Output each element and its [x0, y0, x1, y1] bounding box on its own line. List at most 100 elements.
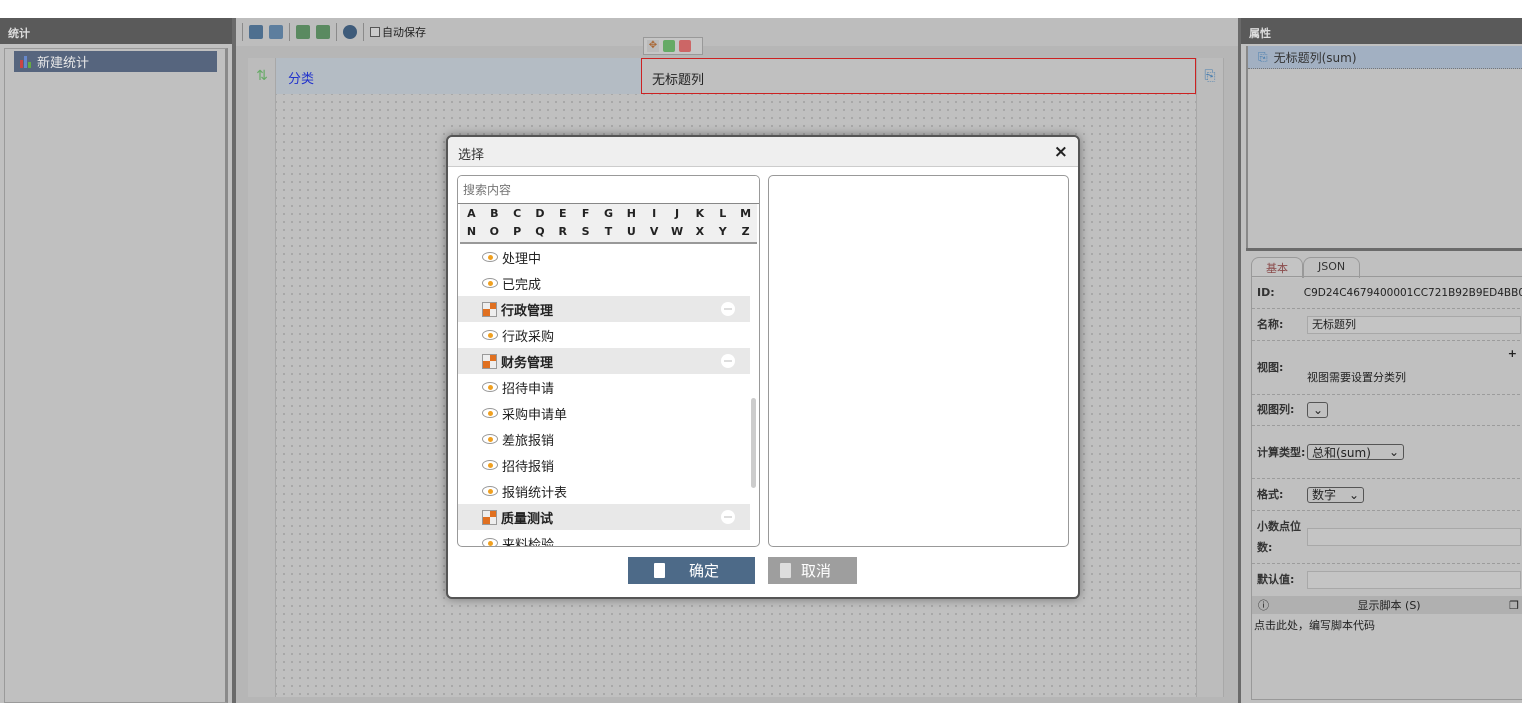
remove-icon[interactable] — [679, 40, 691, 52]
letter-s[interactable]: S — [574, 223, 597, 241]
id-label: ID: — [1257, 285, 1275, 299]
letter-e[interactable]: E — [551, 205, 574, 223]
letter-o[interactable]: O — [483, 223, 506, 241]
column-list-label: 无标题列(sum) — [1273, 50, 1357, 65]
letter-i[interactable]: I — [643, 205, 666, 223]
column-settings-icon[interactable]: ⎘ — [1196, 58, 1224, 94]
letter-v[interactable]: V — [643, 223, 666, 241]
group-item[interactable]: 质量测试 — [458, 504, 750, 530]
save-as-icon[interactable] — [269, 25, 283, 39]
confirm-label: 确定 — [689, 562, 720, 580]
list-item[interactable]: 处理中 — [458, 244, 750, 270]
letter-j[interactable]: J — [666, 205, 689, 223]
letter-b[interactable]: B — [483, 205, 506, 223]
confirm-doc-icon — [654, 563, 665, 578]
letter-index: ABCDEFGHIJKLM NOPQRSTUVWXYZ — [460, 204, 757, 244]
letter-c[interactable]: C — [506, 205, 529, 223]
letter-q[interactable]: Q — [529, 223, 552, 241]
letter-k[interactable]: K — [688, 205, 711, 223]
item-label: 差旅报销 — [502, 433, 555, 449]
info-icon: ⓘ — [1258, 599, 1269, 612]
toolbar: 自动保存 — [236, 18, 1238, 46]
calc-type-select[interactable]: 总和(sum) ⌄ — [1307, 444, 1404, 460]
list-item[interactable]: 采购申请单 — [458, 400, 750, 426]
column-header[interactable]: 无标题列 — [641, 58, 1196, 94]
export-icon[interactable] — [316, 25, 330, 39]
letter-l[interactable]: L — [711, 205, 734, 223]
view-column-select[interactable]: ⌄ — [1307, 402, 1328, 418]
group-icon — [482, 301, 497, 317]
letter-z[interactable]: Z — [734, 223, 757, 241]
decimal-field[interactable] — [1307, 528, 1521, 546]
refresh-icon[interactable]: ⇅ — [248, 58, 276, 94]
list-item[interactable]: 行政采购 — [458, 322, 750, 348]
add-icon[interactable] — [663, 40, 675, 52]
letter-n[interactable]: N — [460, 223, 483, 241]
format-select[interactable]: 数字 ⌄ — [1307, 486, 1364, 503]
letter-w[interactable]: W — [666, 223, 689, 241]
cancel-doc-icon — [780, 563, 791, 578]
script-editor[interactable]: 点击此处，编写脚本代码 — [1252, 614, 1522, 699]
list-item[interactable]: 报销统计表 — [458, 478, 750, 504]
restore-icon[interactable]: ❐ — [1509, 599, 1519, 612]
category-header[interactable]: 分类 — [276, 58, 641, 94]
collapse-icon[interactable] — [721, 354, 735, 368]
tab-json[interactable]: JSON — [1303, 257, 1361, 278]
letter-d[interactable]: D — [529, 205, 552, 223]
dialog-title: 选择 — [448, 137, 1078, 167]
column-tools: ✥ — [643, 37, 703, 55]
stat-item-new[interactable]: 新建统计 — [14, 51, 217, 72]
bar-chart-icon — [20, 55, 31, 68]
group-item[interactable]: 财务管理 — [458, 348, 750, 374]
column-icon: ⎘ — [1258, 49, 1268, 64]
search-input[interactable] — [458, 176, 759, 204]
list-item[interactable]: 招待报销 — [458, 452, 750, 478]
collapse-icon[interactable] — [721, 510, 735, 524]
default-field[interactable] — [1307, 571, 1521, 589]
letter-a[interactable]: A — [460, 205, 483, 223]
letter-x[interactable]: X — [688, 223, 711, 241]
letter-f[interactable]: F — [574, 205, 597, 223]
item-label: 行政管理 — [501, 303, 554, 319]
list-item[interactable]: 招待申请 — [458, 374, 750, 400]
letter-y[interactable]: Y — [711, 223, 734, 241]
script-bar[interactable]: ⓘ 显示脚本 (S) ❐ — [1252, 596, 1522, 614]
name-field[interactable]: 无标题列 — [1307, 315, 1521, 334]
properties-panel: 属性 ⎘ 无标题列(sum) 基本 JSON ID: C9D24C467940000… — [1238, 18, 1522, 703]
letter-m[interactable]: M — [734, 205, 757, 223]
item-label: 质量测试 — [501, 511, 554, 527]
letter-r[interactable]: R — [551, 223, 574, 241]
import-icon[interactable] — [296, 25, 310, 39]
view-label: 视图: — [1257, 360, 1284, 374]
letter-t[interactable]: T — [597, 223, 620, 241]
letter-u[interactable]: U — [620, 223, 643, 241]
list-item[interactable]: 差旅报销 — [458, 426, 750, 452]
tab-basic[interactable]: 基本 — [1251, 257, 1303, 278]
list-item[interactable]: 已完成 — [458, 270, 750, 296]
letter-g[interactable]: G — [597, 205, 620, 223]
id-value: C9D24C4679400001CC721B92B9ED4BB0 — [1303, 286, 1522, 299]
save-icon[interactable] — [249, 25, 263, 39]
letter-p[interactable]: P — [506, 223, 529, 241]
scrollbar[interactable] — [751, 398, 756, 488]
close-icon[interactable]: × — [1054, 142, 1068, 162]
eye-icon — [482, 330, 498, 340]
selected-list — [768, 175, 1069, 547]
help-icon[interactable] — [343, 25, 357, 39]
list-item[interactable]: 来料检验 — [458, 530, 750, 546]
collapse-icon[interactable] — [721, 302, 735, 316]
item-label: 报销统计表 — [502, 485, 568, 501]
eye-icon — [482, 434, 498, 444]
group-item[interactable]: 行政管理 — [458, 296, 750, 322]
autosave-checkbox[interactable]: 自动保存 — [370, 24, 426, 40]
letter-h[interactable]: H — [620, 205, 643, 223]
cancel-button[interactable]: 取消 — [768, 557, 857, 584]
item-label: 行政采购 — [502, 329, 555, 345]
script-bar-label: 显示脚本 (S) — [1357, 599, 1421, 612]
eye-icon — [482, 408, 498, 418]
add-view-icon[interactable]: + — [1508, 347, 1517, 360]
move-icon[interactable]: ✥ — [647, 40, 659, 52]
confirm-button[interactable]: 确定 — [628, 557, 755, 584]
column-list-item[interactable]: ⎘ 无标题列(sum) — [1248, 46, 1522, 69]
group-icon — [482, 509, 497, 525]
